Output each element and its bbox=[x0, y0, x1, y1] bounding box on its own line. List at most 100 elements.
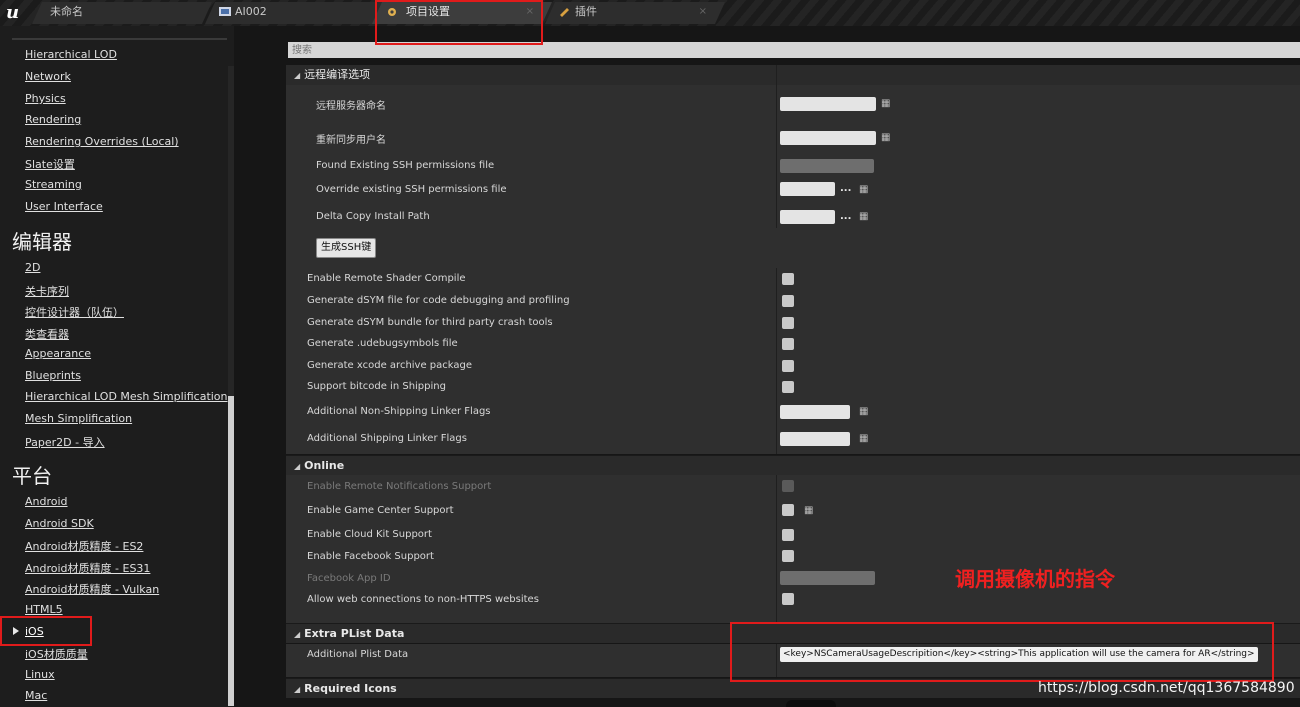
tab-level[interactable]: 未命名 bbox=[32, 2, 212, 24]
nonship-flags-field[interactable] bbox=[780, 405, 850, 419]
resync-user-field[interactable] bbox=[780, 131, 876, 145]
close-icon[interactable]: × bbox=[699, 2, 707, 22]
delta-copy-field[interactable] bbox=[780, 210, 835, 224]
sidebar-item-blueprints[interactable]: Blueprints bbox=[25, 369, 81, 382]
blueprint-icon bbox=[219, 6, 231, 17]
section-remote-build-title: 远程编译选项 bbox=[304, 68, 371, 81]
tab-ai002-label: AI002 bbox=[235, 5, 267, 18]
sidebar-item-class-viewer[interactable]: 类查看器 bbox=[25, 326, 69, 342]
section-remote-build[interactable]: ◢ 远程编译选项 bbox=[286, 65, 1300, 85]
sidebar-item-android-sdk[interactable]: Android SDK bbox=[25, 517, 94, 530]
section-required-icons-title: Required Icons bbox=[304, 682, 397, 695]
label-non-https: Allow web connections to non-HTTPS websi… bbox=[307, 594, 539, 605]
label-override-ssh: Override existing SSH permissions file bbox=[316, 184, 507, 195]
sidebar-item-widget-designer[interactable]: 控件设计器（队伍） bbox=[25, 304, 124, 320]
column-divider[interactable] bbox=[776, 65, 777, 228]
label-ship-flags: Additional Shipping Linker Flags bbox=[307, 433, 467, 444]
tab-level-label: 未命名 bbox=[50, 5, 83, 18]
grid-icon[interactable]: ▦ bbox=[804, 505, 815, 516]
sidebar-item-ios-material-quality[interactable]: iOS材质质量 bbox=[25, 646, 88, 662]
tab-ai002[interactable]: AI002 bbox=[205, 2, 385, 24]
facebook-app-id-field bbox=[780, 571, 875, 585]
label-bitcode: Support bitcode in Shipping bbox=[307, 381, 446, 392]
label-cloud-kit: Enable Cloud Kit Support bbox=[307, 529, 432, 540]
plugin-icon bbox=[559, 6, 571, 17]
grid-icon[interactable]: ▦ bbox=[859, 433, 870, 444]
label-remote-notifications: Enable Remote Notifications Support bbox=[307, 481, 492, 492]
label-xcode-archive: Generate xcode archive package bbox=[307, 360, 473, 371]
dsym-bundle-checkbox[interactable] bbox=[782, 317, 794, 329]
sidebar-item-2d[interactable]: 2D bbox=[25, 261, 40, 274]
tab-plugins[interactable]: 插件 × bbox=[545, 2, 725, 24]
label-facebook-app-id: Facebook App ID bbox=[307, 573, 391, 584]
server-name-field[interactable] bbox=[780, 97, 876, 111]
dsym-file-checkbox[interactable] bbox=[782, 295, 794, 307]
non-https-checkbox[interactable] bbox=[782, 593, 794, 605]
sidebar-item-paper2d-import[interactable]: Paper2D - 导入 bbox=[25, 434, 105, 450]
bitcode-checkbox[interactable] bbox=[782, 381, 794, 393]
cloud-kit-checkbox[interactable] bbox=[782, 529, 794, 541]
sidebar-item-network[interactable]: Network bbox=[25, 70, 71, 83]
tab-plugins-label: 插件 bbox=[575, 5, 597, 18]
label-server-name: 远程服务器命名 bbox=[316, 101, 386, 112]
remote-build-panel bbox=[286, 65, 1300, 454]
annotation-text: 调用摄像机的指令 bbox=[955, 567, 1115, 591]
collapse-triangle-icon[interactable]: ◢ bbox=[294, 685, 300, 694]
sidebar-item-android[interactable]: Android bbox=[25, 495, 68, 508]
column-divider[interactable] bbox=[776, 475, 777, 623]
sidebar-item-html5[interactable]: HTML5 bbox=[25, 603, 63, 616]
sidebar-item-streaming[interactable]: Streaming bbox=[25, 178, 82, 191]
sidebar-item-level-sequence[interactable]: 关卡序列 bbox=[25, 283, 69, 299]
sidebar-item-android-es31[interactable]: Android材质精度 - ES31 bbox=[25, 560, 150, 576]
label-facebook: Enable Facebook Support bbox=[307, 551, 434, 562]
label-found-ssh: Found Existing SSH permissions file bbox=[316, 160, 495, 171]
sidebar-heading-editor: 编辑器 bbox=[12, 230, 72, 254]
sidebar-item-mesh-simplification[interactable]: Mesh Simplification bbox=[25, 412, 132, 425]
label-dsym-bundle: Generate dSYM bundle for third party cra… bbox=[307, 317, 553, 328]
grid-icon[interactable]: ▦ bbox=[859, 184, 870, 195]
sidebar-item-user-interface[interactable]: User Interface bbox=[25, 200, 103, 213]
found-ssh-field bbox=[780, 159, 874, 173]
xcode-archive-checkbox[interactable] bbox=[782, 360, 794, 372]
collapse-triangle-icon[interactable]: ◢ bbox=[294, 630, 300, 639]
browse-button[interactable]: ... bbox=[840, 211, 851, 222]
annotation-box-plist bbox=[730, 622, 1274, 682]
sidebar-item-linux[interactable]: Linux bbox=[25, 668, 55, 681]
sidebar-item-android-vulkan[interactable]: Android材质精度 - Vulkan bbox=[25, 581, 159, 597]
title-tab-bar: u 未命名 AI002 项目设置 × 插件 × bbox=[0, 0, 1300, 26]
udebug-checkbox[interactable] bbox=[782, 338, 794, 350]
remote-shader-checkbox[interactable] bbox=[782, 273, 794, 285]
section-extra-plist-title: Extra PList Data bbox=[304, 627, 405, 640]
column-divider[interactable] bbox=[776, 268, 777, 454]
ship-flags-field[interactable] bbox=[780, 432, 850, 446]
grid-icon[interactable]: ▦ bbox=[859, 406, 870, 417]
grid-icon[interactable]: ▦ bbox=[881, 98, 892, 109]
sidebar-item-android-es2[interactable]: Android材质精度 - ES2 bbox=[25, 538, 143, 554]
browse-button[interactable]: ... bbox=[840, 183, 851, 194]
sidebar-item-mac[interactable]: Mac bbox=[25, 689, 47, 702]
label-resync-user: 重新同步用户名 bbox=[316, 135, 386, 146]
sidebar-divider bbox=[12, 38, 227, 40]
annotation-box-project-settings bbox=[375, 0, 543, 45]
game-center-checkbox[interactable] bbox=[782, 504, 794, 516]
grid-icon[interactable]: ▦ bbox=[881, 132, 892, 143]
generate-ssh-key-button[interactable]: 生成SSH键 bbox=[316, 238, 377, 258]
sidebar-item-rendering-overrides[interactable]: Rendering Overrides (Local) bbox=[25, 135, 179, 148]
sidebar-item-rendering[interactable]: Rendering bbox=[25, 113, 81, 126]
label-dsym-file: Generate dSYM file for code debugging an… bbox=[307, 295, 570, 306]
facebook-checkbox[interactable] bbox=[782, 550, 794, 562]
sidebar-item-physics[interactable]: Physics bbox=[25, 92, 66, 105]
label-delta-copy: Delta Copy Install Path bbox=[316, 211, 430, 222]
sidebar-item-hlod-mesh-simplification[interactable]: Hierarchical LOD Mesh Simplification bbox=[25, 390, 228, 403]
sidebar-item-appearance[interactable]: Appearance bbox=[25, 347, 91, 360]
section-online-title: Online bbox=[304, 459, 345, 472]
label-nonship-flags: Additional Non-Shipping Linker Flags bbox=[307, 406, 491, 417]
override-ssh-field[interactable] bbox=[780, 182, 835, 196]
unreal-logo-icon[interactable]: u bbox=[6, 2, 19, 23]
section-online[interactable]: ◢ Online bbox=[286, 455, 1300, 475]
collapse-triangle-icon[interactable]: ◢ bbox=[294, 71, 300, 80]
collapse-triangle-icon[interactable]: ◢ bbox=[294, 462, 300, 471]
grid-icon[interactable]: ▦ bbox=[859, 211, 870, 222]
sidebar-item-slate[interactable]: Slate设置 bbox=[25, 156, 75, 172]
sidebar-item-hlod[interactable]: Hierarchical LOD bbox=[25, 48, 117, 61]
